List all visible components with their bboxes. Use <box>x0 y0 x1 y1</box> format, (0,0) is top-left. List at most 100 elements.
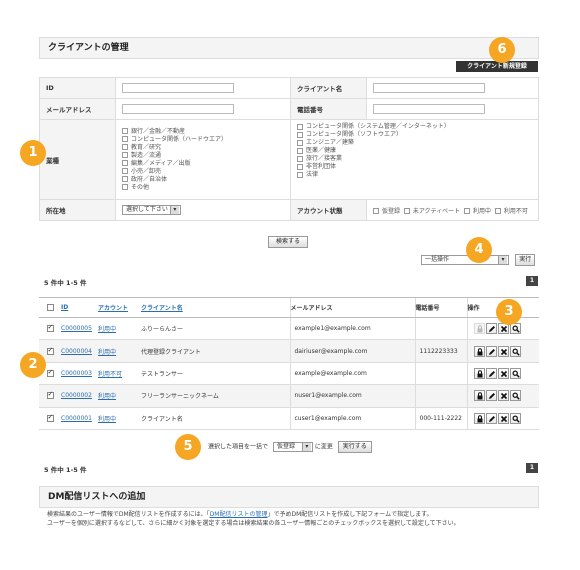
result-count-bottom: 5 件中 1-5 件 <box>44 466 87 474</box>
client-id-link[interactable]: C0000005 <box>61 325 92 332</box>
edit-icon[interactable] <box>485 345 497 357</box>
client-id-link[interactable]: C0000001 <box>61 415 92 422</box>
client-id-link[interactable]: C0000002 <box>61 392 92 399</box>
row-checkbox[interactable] <box>46 368 54 377</box>
result-count: 5 件中 1-5 件 <box>44 279 87 287</box>
row-checkbox[interactable] <box>46 323 54 333</box>
bulk-execute-button[interactable]: 実行 <box>515 254 536 266</box>
industry-option[interactable]: 銀行／金融／不動産 <box>122 128 284 136</box>
account-status-link[interactable]: 利用中 <box>98 393 116 400</box>
industry-option[interactable]: 非営利団体 <box>297 163 532 171</box>
industry-option[interactable]: その他 <box>122 184 284 192</box>
phone-header: 電話番号 <box>414 297 467 318</box>
account-status-label: アカウント状態 <box>290 199 367 221</box>
client-name-cell: クライアント名 <box>141 407 290 430</box>
lock-icon[interactable] <box>473 345 485 357</box>
table-row: C0000002 利用中 フリーランサーニックネームnuser1@example.c… <box>39 384 539 408</box>
delete-icon[interactable] <box>497 323 509 335</box>
industry-option[interactable]: 法律 <box>297 171 532 179</box>
industry-option[interactable]: 小売／卸売 <box>122 168 284 176</box>
industry-option[interactable]: コンピュータ関係（システム管理／インターネット） <box>297 123 532 131</box>
id-input[interactable] <box>122 83 234 93</box>
industry-option[interactable]: 製造／流通 <box>122 152 284 160</box>
industry-option[interactable]: コンピュータ関係（ハードウエア） <box>122 136 284 144</box>
register-client-button[interactable]: クライアント新規登録 <box>456 61 538 72</box>
dm-description: 検索結果のユーザー情報でDM配信リストを作成するには、「DM配信リストの管理」で… <box>47 511 460 527</box>
view-icon[interactable] <box>509 390 521 402</box>
client-name-label: クライアント名 <box>290 77 367 99</box>
table-row: C0000005 利用中 ふりーらんさーexample1@example.com <box>39 317 539 341</box>
table-row: C0000003 利用不可 テストランサーexample@example.com <box>39 362 539 386</box>
view-icon[interactable] <box>509 367 521 379</box>
industry-option[interactable]: 旅行／接客業 <box>297 155 532 163</box>
account-status-link[interactable]: 利用中 <box>98 349 116 356</box>
client-table: ID アカウント クライアント名 メールアドレス 電話番号 操作 C000000… <box>39 297 539 430</box>
lock-icon <box>473 323 485 335</box>
edit-icon[interactable] <box>485 390 497 402</box>
bulk-status-select[interactable]: 仮登録 <box>272 442 313 452</box>
client-id-link[interactable]: C0000004 <box>61 348 92 355</box>
email-cell: cuser1@example.com <box>289 407 415 430</box>
phone-label: 電話番号 <box>290 98 367 120</box>
industry-option[interactable]: 編集／メディア／出版 <box>122 160 284 168</box>
phone-input[interactable] <box>373 104 485 114</box>
edit-icon[interactable] <box>485 367 497 379</box>
search-button[interactable]: 検索する <box>268 236 308 248</box>
email-input[interactable] <box>122 104 234 114</box>
lock-icon[interactable] <box>473 412 485 424</box>
callout-badge-1: 1 <box>21 141 45 165</box>
industry-option[interactable]: コンピュータ関係（ソフトウエア） <box>297 131 532 139</box>
client-id-link[interactable]: C0000003 <box>61 370 92 377</box>
row-checkbox[interactable] <box>46 346 54 355</box>
delete-icon[interactable] <box>497 390 509 402</box>
status-option[interactable]: 利用中 <box>464 208 491 215</box>
dm-section-title: DM配信リストへの追加 <box>39 486 539 508</box>
account-status-link[interactable]: 利用中 <box>98 326 116 333</box>
edit-icon[interactable] <box>485 412 497 424</box>
email-cell: dairiuser@example.com <box>289 339 415 363</box>
bulk-apply-button[interactable]: 実行する <box>337 441 372 453</box>
account-status-link[interactable]: 利用不可 <box>98 371 122 378</box>
view-icon[interactable] <box>509 412 521 424</box>
callout-badge-5: 5 <box>176 435 200 459</box>
select-all-checkbox[interactable] <box>46 304 54 311</box>
callout-badge-6: 6 <box>490 38 514 62</box>
delete-icon[interactable] <box>497 412 509 424</box>
industry-option[interactable]: 医薬／健康 <box>297 147 532 155</box>
bulk-prefix-text: 選択した項目を一括で <box>208 443 269 451</box>
industry-option[interactable]: エンジニア／建築 <box>297 139 532 147</box>
industry-option[interactable]: 教育／研究 <box>122 144 284 152</box>
email-cell: nuser1@example.com <box>289 384 415 408</box>
table-row: C0000004 利用中 代理登録クライアントdairiuser@example.c… <box>39 339 539 363</box>
status-option[interactable]: 利用不可 <box>494 208 528 215</box>
edit-icon[interactable] <box>485 323 497 335</box>
page-number-bottom[interactable]: 1 <box>526 463 538 473</box>
lock-icon[interactable] <box>473 367 485 379</box>
delete-icon[interactable] <box>497 345 509 357</box>
sort-account[interactable]: アカウント <box>98 305 128 312</box>
page-number[interactable]: 1 <box>526 276 538 286</box>
email-cell: example@example.com <box>289 362 415 386</box>
client-name-input[interactable] <box>373 83 485 93</box>
industry-option[interactable]: 政府／自治体 <box>122 176 284 184</box>
bulk-action-select[interactable]: 一括操作 <box>421 255 509 265</box>
view-icon[interactable] <box>509 323 521 335</box>
page-title: クライアントの管理 <box>39 37 539 59</box>
status-option[interactable]: 仮登録 <box>373 208 400 215</box>
location-select[interactable]: 選択して下さい <box>122 205 181 215</box>
phone-cell <box>414 317 467 341</box>
status-option[interactable]: 未アクティベート <box>403 208 460 215</box>
dm-list-link[interactable]: DM配信リストの管理 <box>210 511 268 518</box>
phone-cell: 1112223333 <box>414 339 467 363</box>
row-checkbox[interactable] <box>46 413 54 422</box>
client-name-cell: テストランサー <box>141 362 290 386</box>
lock-icon[interactable] <box>473 390 485 402</box>
row-checkbox[interactable] <box>46 390 54 400</box>
sort-client-name[interactable]: クライアント名 <box>141 305 183 312</box>
industry-list-right: コンピュータ関係（システム管理／インターネット） コンピュータ関係（ソフトウエア… <box>297 123 532 179</box>
sort-id[interactable]: ID <box>61 304 68 311</box>
delete-icon[interactable] <box>497 367 509 379</box>
view-icon[interactable] <box>509 345 521 357</box>
table-row: C0000001 利用中 クライアント名cuser1@example.com000-… <box>39 407 539 430</box>
account-status-link[interactable]: 利用中 <box>98 416 116 423</box>
